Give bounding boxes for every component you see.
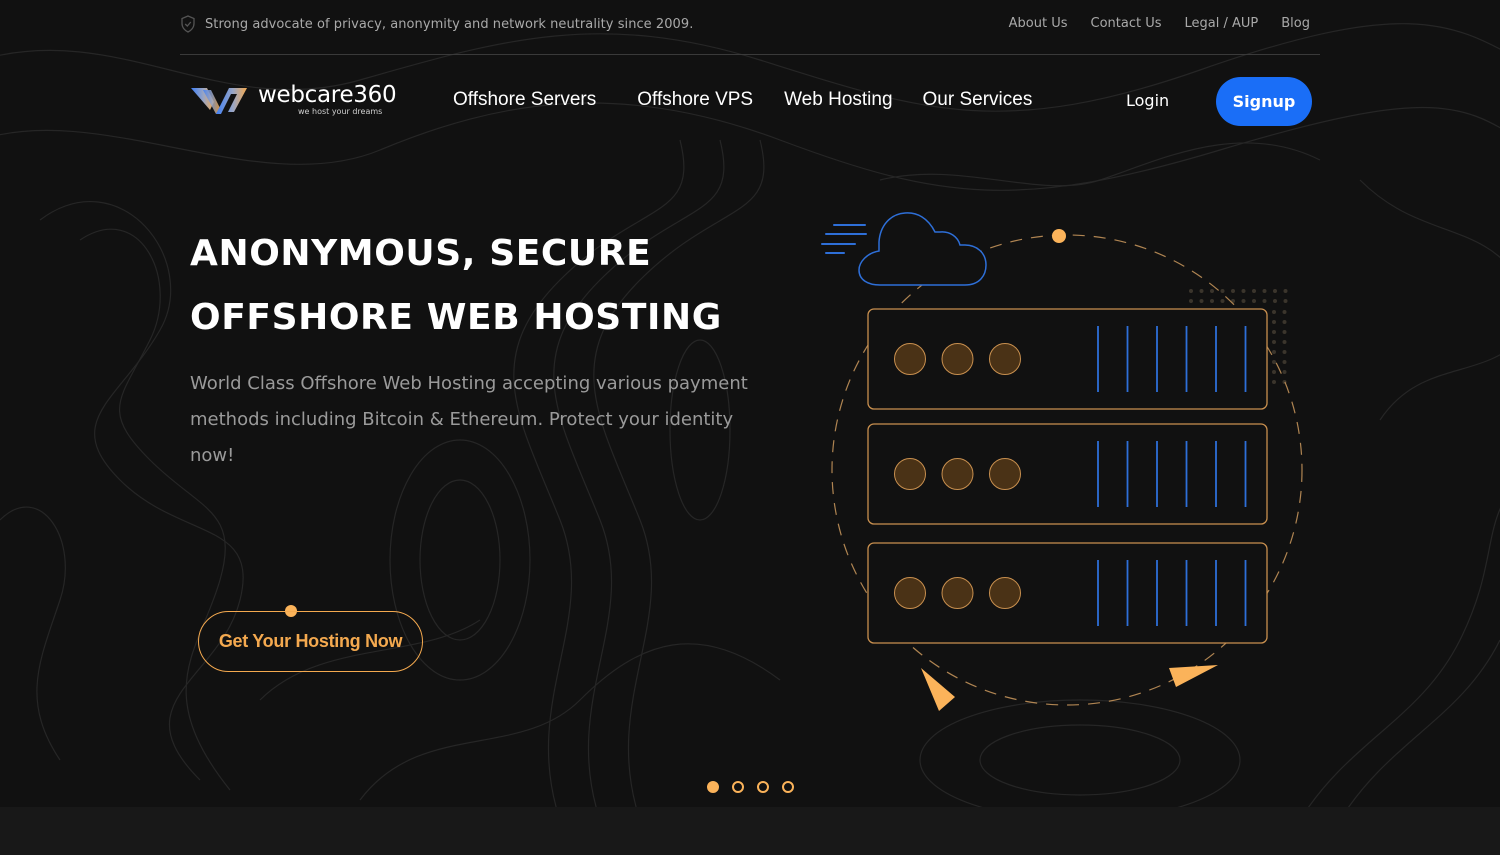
login-link[interactable]: Login [1126, 91, 1169, 110]
hero-section: Strong advocate of privacy, anonymity an… [0, 0, 1500, 807]
server-led [894, 577, 926, 609]
server-unit [867, 542, 1268, 644]
server-led [894, 343, 926, 375]
orbit-arrow-right [1169, 665, 1218, 687]
logo-mark-icon [191, 88, 247, 114]
server-unit [867, 308, 1268, 410]
brand-logo[interactable]: webcare360 we host your dreams [190, 82, 397, 116]
nav-web-hosting[interactable]: Web Hosting [784, 89, 892, 111]
slider-dot[interactable] [757, 781, 769, 793]
brand-tagline: we host your dreams [298, 107, 383, 116]
server-cloud-illustration [821, 212, 1303, 711]
hero-subtext: World Class Offshore Web Hosting accepti… [190, 373, 748, 466]
privacy-tagline: Strong advocate of privacy, anonymity an… [180, 15, 693, 33]
server-led [989, 577, 1021, 609]
slider-dot[interactable] [732, 781, 744, 793]
cloud-icon [858, 212, 987, 286]
nav-offshore-servers[interactable]: Offshore Servers [453, 89, 596, 111]
top-bar: Strong advocate of privacy, anonymity an… [180, 0, 1320, 55]
nav-our-services[interactable]: Our Services [923, 89, 1033, 111]
slider-dot[interactable] [707, 781, 719, 793]
server-led [989, 458, 1021, 490]
server-led [941, 458, 974, 490]
top-link-about-us[interactable]: About Us [1009, 16, 1068, 31]
main-nav: Offshore Servers Offshore VPS Web Hostin… [453, 89, 1032, 111]
top-link-legal-aup[interactable]: Legal / AUP [1185, 16, 1259, 31]
server-led [894, 458, 926, 490]
brand-name: webcare360 [258, 82, 397, 108]
slider-dot[interactable] [782, 781, 794, 793]
slider-pagination [707, 781, 794, 793]
orbit-arrow-left [921, 668, 955, 711]
tagline-text: Strong advocate of privacy, anonymity an… [205, 16, 694, 32]
top-links: About Us Contact Us Legal / AUP Blog [1009, 16, 1310, 31]
server-led [941, 577, 974, 609]
signup-button[interactable]: Signup [1216, 77, 1312, 126]
hero-headline: ANONYMOUS, SECURE OFFSHORE WEB HOSTING [190, 233, 722, 338]
shield-check-icon [181, 15, 195, 33]
server-led [941, 343, 974, 375]
nav-offshore-vps[interactable]: Offshore VPS [637, 89, 753, 111]
next-section [0, 807, 1500, 855]
server-led [989, 343, 1021, 375]
top-link-contact-us[interactable]: Contact Us [1091, 16, 1162, 31]
orbit-dot [1052, 229, 1066, 243]
server-unit [867, 423, 1268, 525]
speed-lines [821, 224, 867, 254]
get-hosting-button[interactable]: Get Your Hosting Now [198, 611, 423, 672]
top-link-blog[interactable]: Blog [1281, 16, 1310, 31]
